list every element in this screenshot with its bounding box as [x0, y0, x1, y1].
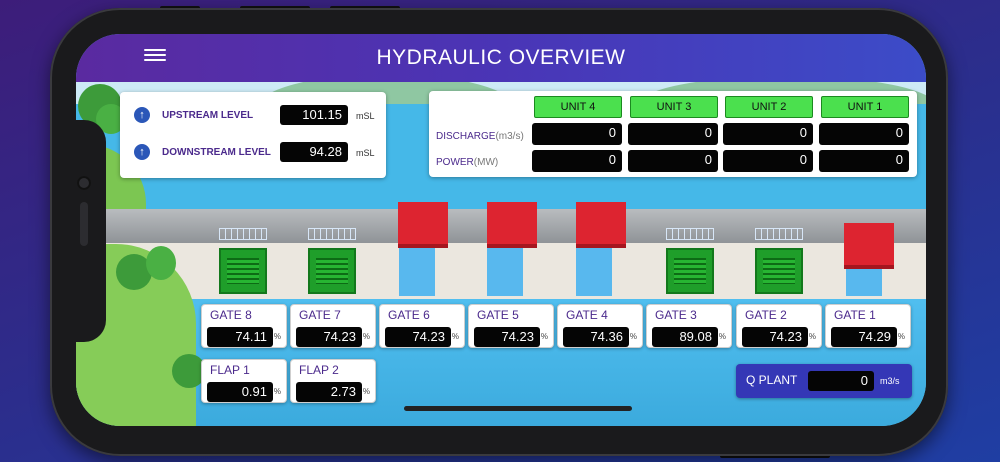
gate-6-closed-indicator — [398, 202, 448, 248]
hamburger-menu-icon[interactable] — [144, 46, 166, 64]
unit-4-header: UNIT 4 — [534, 96, 622, 118]
gate-7-card[interactable]: GATE 7 74.23 % — [290, 304, 376, 348]
unit-4-power: 0 — [532, 150, 622, 172]
levels-panel: ↑ UPSTREAM LEVEL 101.15 mSL ↑ DOWNSTREAM… — [120, 92, 386, 178]
arrow-up-icon: ↑ — [134, 144, 150, 160]
gate-6-label: GATE 6 — [388, 308, 430, 322]
gate-5-label: GATE 5 — [477, 308, 519, 322]
unit-3-header: UNIT 3 — [630, 96, 718, 118]
gate-8-value: 74.11 — [207, 327, 273, 347]
gate-1-label: GATE 1 — [834, 308, 876, 322]
unit-3-power: 0 — [628, 150, 718, 172]
gate-8-label: GATE 8 — [210, 308, 252, 322]
power-unit: (MW) — [473, 157, 499, 168]
downstream-level-label: DOWNSTREAM LEVEL — [162, 147, 271, 158]
gate-1-closed-indicator — [844, 223, 894, 269]
qplant-value: 0 — [808, 371, 874, 391]
gate-2-card[interactable]: GATE 2 74.23 % — [736, 304, 822, 348]
home-indicator[interactable] — [404, 406, 632, 411]
gate-3-card[interactable]: GATE 3 89.08 % — [646, 304, 732, 348]
downstream-level-value: 94.28 — [280, 142, 348, 162]
gate-3-value: 89.08 — [652, 327, 718, 347]
camera-icon — [77, 176, 91, 190]
gate-6-value: 74.23 — [385, 327, 451, 347]
gate-3-label: GATE 3 — [655, 308, 697, 322]
gate-5-unit: % — [540, 332, 548, 341]
gate-4-unit: % — [629, 332, 637, 341]
gate-3-open-indicator — [666, 248, 714, 294]
gate-2-rail — [755, 228, 803, 240]
gate-4-closed-indicator — [576, 202, 626, 248]
gate-4-spillway — [576, 246, 612, 296]
gate-1-card[interactable]: GATE 1 74.29 % — [825, 304, 911, 348]
flap-1-value: 0.91 — [207, 382, 273, 402]
gate-7-unit: % — [362, 332, 370, 341]
gate-6-spillway — [399, 246, 435, 296]
flap-2-card[interactable]: FLAP 2 2.73 % — [290, 359, 376, 403]
flap-1-unit: % — [273, 387, 281, 396]
gate-5-spillway — [487, 246, 523, 296]
gate-7-label: GATE 7 — [299, 308, 341, 322]
unit-2-discharge: 0 — [723, 123, 813, 145]
gate-8-card[interactable]: GATE 8 74.11 % — [201, 304, 287, 348]
unit-1-header: UNIT 1 — [821, 96, 909, 118]
unit-2-power: 0 — [723, 150, 813, 172]
flap-2-value: 2.73 — [296, 382, 362, 402]
unit-3-discharge: 0 — [628, 123, 718, 145]
flap-1-label: FLAP 1 — [210, 363, 250, 377]
gate-2-label: GATE 2 — [745, 308, 787, 322]
gate-8-unit: % — [273, 332, 281, 341]
gate-3-unit: % — [718, 332, 726, 341]
gate-7-value: 74.23 — [296, 327, 362, 347]
power-label-text: POWER — [436, 157, 474, 168]
gate-1-value: 74.29 — [831, 327, 897, 347]
discharge-unit: (m3/s) — [495, 131, 524, 142]
gate-8-open-indicator — [219, 248, 267, 294]
gate-2-value: 74.23 — [742, 327, 808, 347]
downstream-level-unit: mSL — [356, 148, 375, 158]
unit-2-header: UNIT 2 — [725, 96, 813, 118]
gate-6-unit: % — [451, 332, 459, 341]
gate-4-card[interactable]: GATE 4 74.36 % — [557, 304, 643, 348]
discharge-label-text: DISCHARGE — [436, 131, 496, 142]
unit-1-power: 0 — [819, 150, 909, 172]
qplant-unit: m3/s — [880, 376, 900, 386]
power-label: POWER(MW) — [436, 157, 498, 168]
arrow-up-icon: ↑ — [134, 107, 150, 123]
gate-1-unit: % — [897, 332, 905, 341]
app-header: HYDRAULIC OVERVIEW — [76, 34, 926, 82]
gate-4-value: 74.36 — [563, 327, 629, 347]
gate-3-rail — [666, 228, 714, 240]
gate-5-card[interactable]: GATE 5 74.23 % — [468, 304, 554, 348]
units-panel: UNIT 4 UNIT 3 UNIT 2 UNIT 1 DISCHARGE(m3… — [429, 91, 917, 177]
upstream-level-label: UPSTREAM LEVEL — [162, 110, 254, 121]
qplant-panel: Q PLANT 0 m3/s — [736, 364, 912, 398]
tree-illustration — [146, 246, 176, 280]
unit-1-discharge: 0 — [819, 123, 909, 145]
upstream-level-unit: mSL — [356, 111, 375, 121]
flap-2-label: FLAP 2 — [299, 363, 339, 377]
speaker-grille — [80, 202, 88, 246]
gate-2-unit: % — [808, 332, 816, 341]
gate-6-card[interactable]: GATE 6 74.23 % — [379, 304, 465, 348]
gate-4-label: GATE 4 — [566, 308, 608, 322]
qplant-label: Q PLANT — [746, 373, 798, 387]
gate-7-rail — [308, 228, 356, 240]
gate-7-open-indicator — [308, 248, 356, 294]
gate-2-open-indicator — [755, 248, 803, 294]
flap-1-card[interactable]: FLAP 1 0.91 % — [201, 359, 287, 403]
upstream-level-value: 101.15 — [280, 105, 348, 125]
page-title: HYDRAULIC OVERVIEW — [376, 46, 626, 69]
discharge-label: DISCHARGE(m3/s) — [436, 131, 524, 142]
gate-5-value: 74.23 — [474, 327, 540, 347]
gate-5-closed-indicator — [487, 202, 537, 248]
flap-2-unit: % — [362, 387, 370, 396]
gate-1-spillway — [846, 266, 882, 296]
unit-4-discharge: 0 — [532, 123, 622, 145]
gate-8-rail — [219, 228, 267, 240]
app-screen: HYDRAULIC OVERVIEW ↑ UPSTREAM LEVEL 101.… — [76, 34, 926, 426]
